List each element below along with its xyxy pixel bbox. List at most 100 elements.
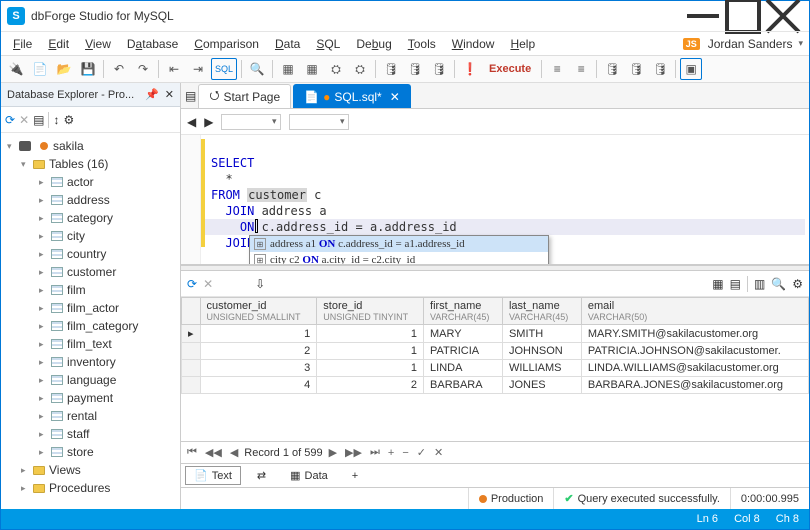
table-row[interactable]: 31LINDAWILLIAMSLINDA.WILLIAMS@sakilacust… xyxy=(182,360,809,377)
tree-table-inventory[interactable]: ▸inventory xyxy=(3,353,178,371)
db-tool-icon[interactable]: 🛢 xyxy=(380,58,402,80)
tab-data[interactable]: ▦Data xyxy=(282,467,336,484)
refresh-icon[interactable]: ⟳ xyxy=(5,113,15,127)
sidebar-close-icon[interactable]: ✕ xyxy=(165,88,174,101)
table-row[interactable]: 21PATRICIAJOHNSONPATRICIA.JOHNSON@sakila… xyxy=(182,343,809,360)
tree-table-payment[interactable]: ▸payment xyxy=(3,389,178,407)
back-icon[interactable]: ◀ xyxy=(187,115,196,129)
tab-data-prev[interactable]: ⇄ xyxy=(249,467,274,484)
tool-icon[interactable]: ≡ xyxy=(546,58,568,80)
menu-edit[interactable]: Edit xyxy=(42,35,75,53)
menu-file[interactable]: File xyxy=(7,35,38,53)
grid-view-icon[interactable]: ▦ xyxy=(712,277,723,291)
tree-db-node[interactable]: ▾ sakila xyxy=(3,137,178,155)
tool-icon[interactable]: ≡ xyxy=(570,58,592,80)
nav-first-icon[interactable]: ⏮ xyxy=(185,446,199,459)
tool-icon[interactable]: 🛢 xyxy=(625,58,647,80)
sql-editor[interactable]: SELECT * FROM customer c JOIN address a … xyxy=(181,135,809,265)
col-email[interactable]: emailVARCHAR(50) xyxy=(581,298,808,325)
tree-table-store[interactable]: ▸store xyxy=(3,443,178,461)
pin-icon[interactable]: 📌 xyxy=(145,88,159,101)
close-x-icon[interactable]: ✕ xyxy=(19,113,29,127)
user-menu-chevron-icon[interactable]: ▾ xyxy=(798,38,803,49)
tree-table-city[interactable]: ▸city xyxy=(3,227,178,245)
tree-table-address[interactable]: ▸address xyxy=(3,191,178,209)
sql-icon[interactable]: SQL xyxy=(211,58,237,80)
tool-icon[interactable]: 🛢 xyxy=(601,58,623,80)
tab-text[interactable]: 📄Text xyxy=(185,466,241,485)
tab-list-icon[interactable]: ▤ xyxy=(185,89,196,103)
tool-icon[interactable]: ▣ xyxy=(680,58,702,80)
tree-table-film_actor[interactable]: ▸film_actor xyxy=(3,299,178,317)
tree-tables-node[interactable]: ▾ Tables (16) xyxy=(3,155,178,173)
tree-table-film_category[interactable]: ▸film_category xyxy=(3,317,178,335)
grid-export-icon[interactable]: ⇩ xyxy=(255,277,265,291)
db-tool-icon[interactable]: 🛢 xyxy=(428,58,450,80)
nav-next-page-icon[interactable]: ▶▶ xyxy=(343,446,364,459)
menu-database[interactable]: Database xyxy=(121,35,184,53)
close-button[interactable] xyxy=(763,2,803,30)
tab-close-icon[interactable]: ✕ xyxy=(390,90,400,104)
mode-combo[interactable] xyxy=(219,277,249,291)
outdent-icon[interactable]: ⇤ xyxy=(163,58,185,80)
tree-table-customer[interactable]: ▸customer xyxy=(3,263,178,281)
find-icon[interactable]: 🔍 xyxy=(246,58,268,80)
col-last_name[interactable]: last_nameVARCHAR(45) xyxy=(502,298,581,325)
user-name[interactable]: Jordan Sanders xyxy=(708,37,793,51)
suggest-item[interactable]: ⊞address a1 ON c.address_id = a1.address… xyxy=(250,236,548,252)
tool-icon[interactable]: 🛢 xyxy=(649,58,671,80)
tab-add[interactable]: + xyxy=(344,468,366,484)
menu-data[interactable]: Data xyxy=(269,35,306,53)
nav-next-icon[interactable]: ▶ xyxy=(327,446,339,459)
undo-icon[interactable]: ↶ xyxy=(108,58,130,80)
execute-button[interactable]: Execute xyxy=(483,58,537,80)
card-view-icon[interactable]: ▤ xyxy=(730,277,741,291)
tool-icon[interactable]: ▦ xyxy=(301,58,323,80)
menu-debug[interactable]: Debug xyxy=(350,35,397,53)
suggest-item[interactable]: ⊞city c2 ON a.city_id = c2.city_id xyxy=(250,252,548,265)
menu-window[interactable]: Window xyxy=(446,35,501,53)
forward-icon[interactable]: ▶ xyxy=(204,115,213,129)
tree-table-actor[interactable]: ▸actor xyxy=(3,173,178,191)
settings-icon[interactable]: ⚙ xyxy=(63,113,74,127)
nav-cancel-icon[interactable]: ✕ xyxy=(432,446,445,459)
refresh-icon[interactable]: ⟳ xyxy=(187,277,197,291)
nav-last-icon[interactable]: ⏭ xyxy=(368,446,382,459)
settings-icon[interactable]: ⚙ xyxy=(792,277,803,291)
maximize-button[interactable] xyxy=(723,2,763,30)
tool-icon[interactable]: ⛭ xyxy=(349,58,371,80)
tree-folder-procedures[interactable]: ▸Procedures xyxy=(3,479,178,497)
results-grid[interactable]: customer_idUNSIGNED SMALLINTstore_idUNSI… xyxy=(181,297,809,441)
redo-icon[interactable]: ↷ xyxy=(132,58,154,80)
execute-alert-icon[interactable]: ❗ xyxy=(459,58,481,80)
col-customer_id[interactable]: customer_idUNSIGNED SMALLINT xyxy=(200,298,317,325)
open-icon[interactable]: 📂 xyxy=(53,58,75,80)
new-connection-icon[interactable]: 🔌 xyxy=(5,58,27,80)
menu-sql[interactable]: SQL xyxy=(310,35,346,53)
db-tree[interactable]: ▾ sakila ▾ Tables (16) ▸actor▸address▸ca… xyxy=(1,133,180,509)
columns-icon[interactable]: ▥ xyxy=(754,277,765,291)
filter-icon[interactable]: ▤ xyxy=(33,113,44,127)
find-icon[interactable]: 🔍 xyxy=(771,277,786,291)
tree-folder-views[interactable]: ▸Views xyxy=(3,461,178,479)
nav-delete-icon[interactable]: − xyxy=(400,447,410,459)
connection-combo[interactable] xyxy=(221,114,281,130)
menu-tools[interactable]: Tools xyxy=(402,35,442,53)
table-row[interactable]: 42BARBARAJONESBARBARA.JONES@sakilacustom… xyxy=(182,377,809,394)
menu-view[interactable]: View xyxy=(79,35,117,53)
menu-help[interactable]: Help xyxy=(504,35,541,53)
tree-table-film_text[interactable]: ▸film_text xyxy=(3,335,178,353)
tree-table-country[interactable]: ▸country xyxy=(3,245,178,263)
nav-prev-page-icon[interactable]: ◀◀ xyxy=(203,446,224,459)
collapse-icon[interactable]: ↕ xyxy=(53,113,59,127)
nav-add-icon[interactable]: + xyxy=(386,447,396,459)
tree-table-film[interactable]: ▸film xyxy=(3,281,178,299)
stop-icon[interactable]: ✕ xyxy=(203,277,213,291)
menu-comparison[interactable]: Comparison xyxy=(188,35,265,53)
new-sql-icon[interactable]: 📄 xyxy=(29,58,51,80)
tree-table-rental[interactable]: ▸rental xyxy=(3,407,178,425)
tree-table-category[interactable]: ▸category xyxy=(3,209,178,227)
database-combo[interactable] xyxy=(289,114,349,130)
col-store_id[interactable]: store_idUNSIGNED TINYINT xyxy=(317,298,424,325)
db-tool-icon[interactable]: 🛢 xyxy=(404,58,426,80)
